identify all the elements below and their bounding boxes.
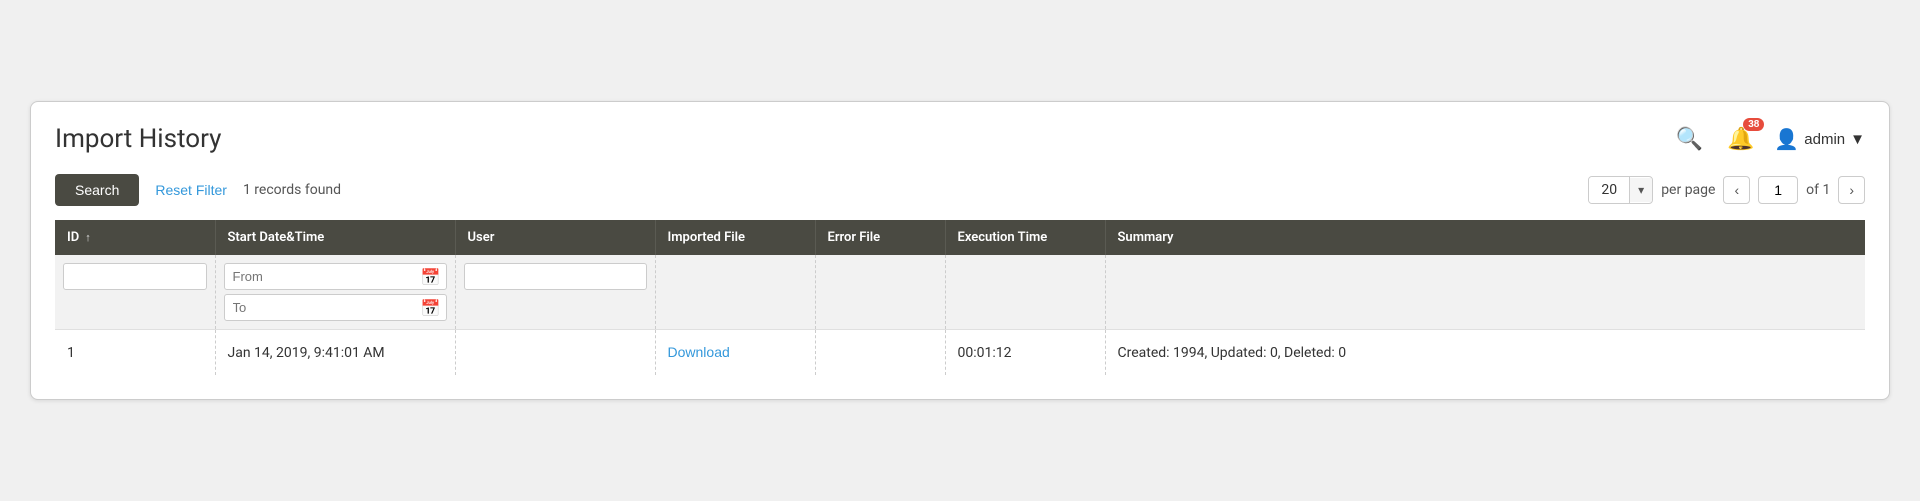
search-button[interactable]: Search (55, 174, 139, 206)
main-container: Import History 🔍 🔔 38 👤 admin ▼ Search R… (30, 101, 1890, 400)
records-found-label: 1 records found (243, 182, 1572, 198)
filter-cell-datetime: 📅 📅 (215, 255, 455, 330)
col-header-execution-time: Execution Time (945, 220, 1105, 255)
per-page-selector[interactable]: 20 ▾ (1588, 176, 1653, 204)
header-search-icon: 🔍 (1676, 126, 1703, 151)
filter-cell-error (815, 255, 945, 330)
import-history-table: ID ↑ Start Date&Time User Imported File … (55, 220, 1865, 375)
cell-datetime: Jan 14, 2019, 9:41:01 AM (215, 330, 455, 376)
filter-from-wrapper: 📅 (224, 263, 447, 290)
filter-row: 📅 📅 (55, 255, 1865, 330)
admin-dropdown-icon: ▼ (1850, 131, 1865, 148)
per-page-label: per page (1661, 182, 1715, 198)
col-header-imported-file: Imported File (655, 220, 815, 255)
filter-cell-user (455, 255, 655, 330)
page-title: Import History (55, 124, 221, 154)
toolbar: Search Reset Filter 1 records found 20 ▾… (55, 174, 1865, 206)
cell-execution-time: 00:01:12 (945, 330, 1105, 376)
cell-id: 1 (55, 330, 215, 376)
filter-cell-imported (655, 255, 815, 330)
admin-menu-button[interactable]: 👤 admin ▼ (1774, 127, 1865, 152)
cell-summary: Created: 1994, Updated: 0, Deleted: 0 (1105, 330, 1865, 376)
notification-button[interactable]: 🔔 38 (1723, 122, 1758, 156)
cell-error-file (815, 330, 945, 376)
admin-avatar-icon: 👤 (1774, 127, 1799, 152)
filter-input-id[interactable] (63, 263, 207, 290)
cell-user (455, 330, 655, 376)
col-header-summary: Summary (1105, 220, 1865, 255)
col-header-id: ID ↑ (55, 220, 215, 255)
filter-to-wrapper: 📅 (224, 294, 447, 321)
filter-input-to[interactable] (224, 294, 447, 321)
page-prev-button[interactable]: ‹ (1723, 176, 1750, 204)
page-number-input[interactable] (1758, 176, 1798, 204)
admin-label: admin (1804, 131, 1845, 148)
table-row: 1 Jan 14, 2019, 9:41:01 AM Download 00:0… (55, 330, 1865, 376)
reset-filter-button[interactable]: Reset Filter (155, 182, 227, 198)
sort-icon-id[interactable]: ↑ (85, 231, 91, 244)
filter-input-from[interactable] (224, 263, 447, 290)
header-search-button[interactable]: 🔍 (1672, 122, 1707, 156)
download-button[interactable]: Download (668, 344, 730, 360)
filter-input-user[interactable] (464, 263, 647, 290)
pagination: 20 ▾ per page ‹ of 1 › (1588, 176, 1865, 204)
header: Import History 🔍 🔔 38 👤 admin ▼ (55, 122, 1865, 156)
filter-cell-id (55, 255, 215, 330)
col-header-user: User (455, 220, 655, 255)
col-header-error-file: Error File (815, 220, 945, 255)
cell-imported-file: Download (655, 330, 815, 376)
per-page-dropdown-button[interactable]: ▾ (1630, 178, 1652, 202)
per-page-value: 20 (1589, 177, 1630, 203)
page-next-button[interactable]: › (1838, 176, 1865, 204)
col-header-datetime: Start Date&Time (215, 220, 455, 255)
header-right: 🔍 🔔 38 👤 admin ▼ (1672, 122, 1865, 156)
notification-badge: 38 (1743, 118, 1764, 131)
filter-cell-exec (945, 255, 1105, 330)
filter-cell-summary (1105, 255, 1865, 330)
table-header-row: ID ↑ Start Date&Time User Imported File … (55, 220, 1865, 255)
page-total-label: of 1 (1806, 182, 1830, 198)
